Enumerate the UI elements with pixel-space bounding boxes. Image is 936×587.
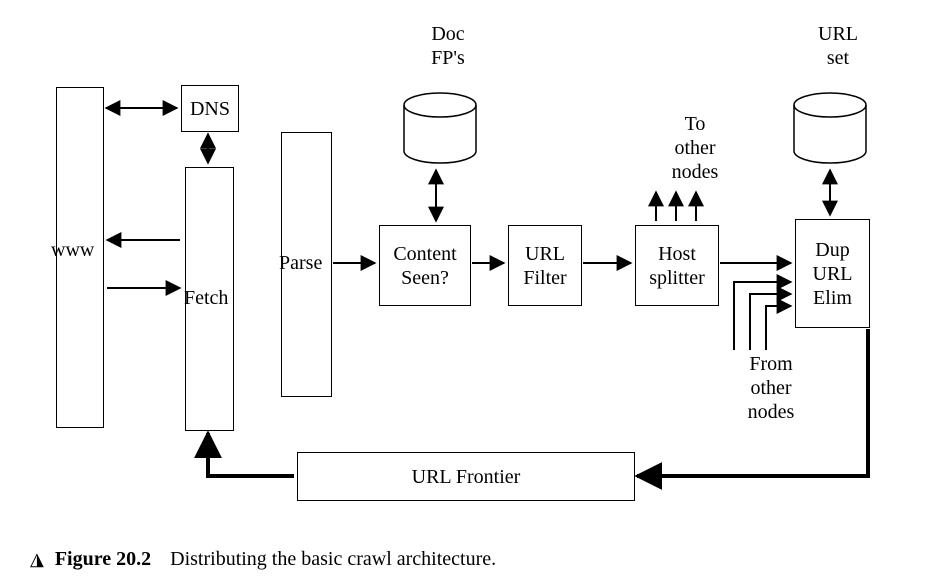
figure-number: Figure 20.2 bbox=[55, 548, 151, 570]
parse-label: Parse bbox=[279, 251, 339, 275]
parse-box: Parse bbox=[281, 132, 332, 397]
dup-url-elim-label: Dup URL Elim bbox=[813, 238, 853, 310]
doc-fps-label: Doc FP's bbox=[418, 22, 478, 70]
www-label: www bbox=[51, 238, 111, 262]
content-seen-label: Content Seen? bbox=[393, 242, 456, 290]
figure-text: Distributing the basic crawl architectur… bbox=[170, 548, 496, 570]
host-splitter-box: Host splitter bbox=[635, 225, 719, 306]
content-seen-box: Content Seen? bbox=[379, 225, 471, 306]
host-splitter-label: Host splitter bbox=[649, 242, 705, 290]
url-filter-label: URL Filter bbox=[523, 242, 566, 290]
url-set-cylinder bbox=[790, 91, 870, 169]
caption-marker-icon: ◮ bbox=[30, 549, 44, 569]
url-frontier-label: URL Frontier bbox=[412, 465, 521, 489]
dns-box: DNS bbox=[181, 85, 239, 132]
fetch-box: Fetch bbox=[185, 167, 234, 431]
figure-caption: ◮ Figure 20.2 Distributing the basic cra… bbox=[30, 548, 496, 571]
url-frontier-box: URL Frontier bbox=[297, 452, 635, 501]
www-box: www bbox=[56, 87, 104, 428]
dup-url-elim-box: Dup URL Elim bbox=[795, 219, 870, 328]
to-other-nodes-label: To other nodes bbox=[660, 112, 730, 184]
url-set-label: URL set bbox=[808, 22, 868, 70]
from-other-nodes-label: From other nodes bbox=[736, 352, 806, 424]
url-filter-box: URL Filter bbox=[508, 225, 582, 306]
dns-label: DNS bbox=[190, 97, 230, 121]
fetch-label: Fetch bbox=[184, 286, 244, 310]
doc-fps-cylinder bbox=[400, 91, 480, 169]
